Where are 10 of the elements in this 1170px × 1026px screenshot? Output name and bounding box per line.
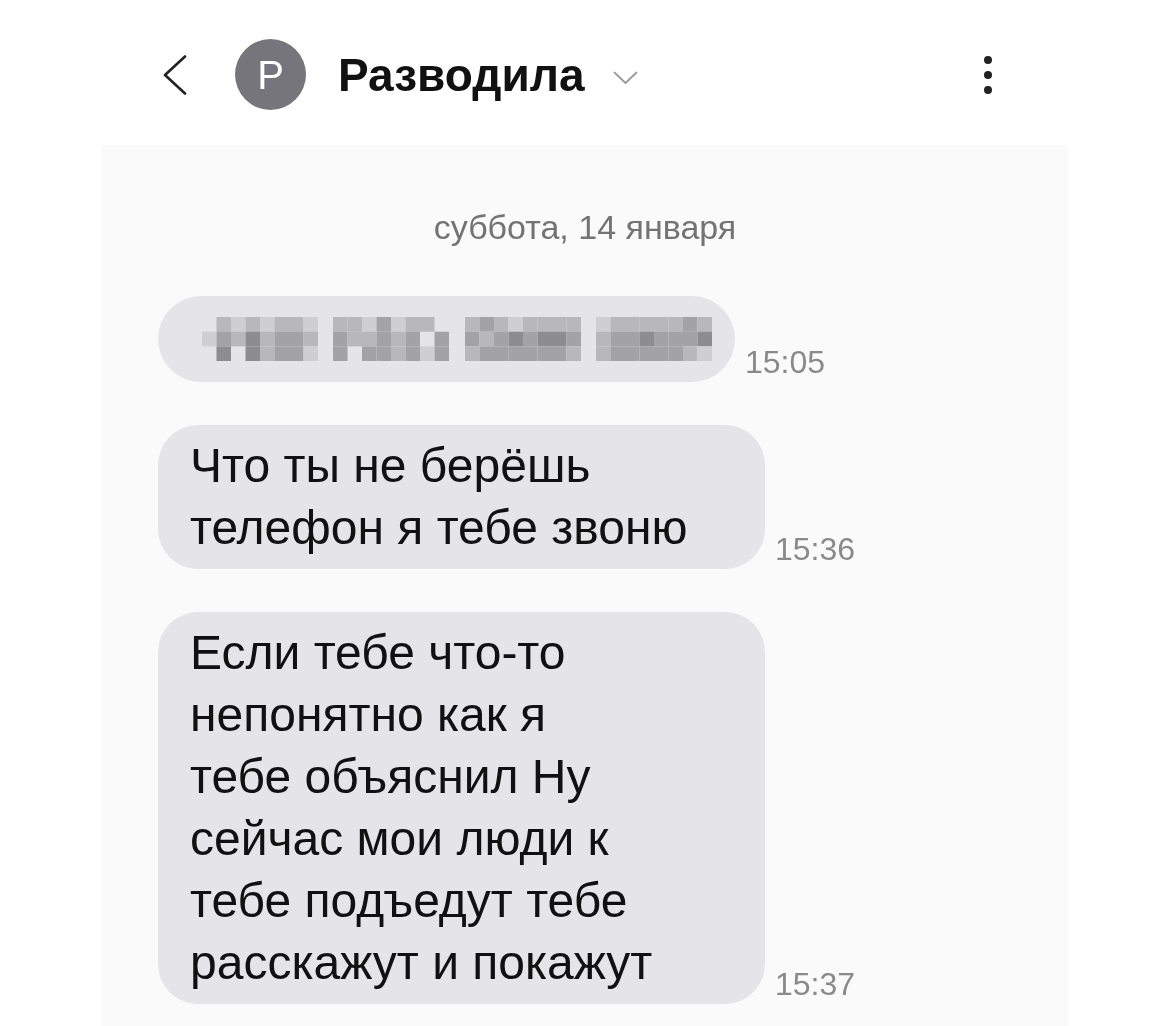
chevron-down-icon[interactable]	[612, 70, 638, 85]
back-icon[interactable]	[163, 54, 187, 95]
message-text: Если тебе что-то непонятно как я тебе объяснил Ну сейчас мои люди к тебе подъедут тебе расскажут и покажут	[190, 625, 654, 991]
message-time: 15:05	[745, 346, 826, 378]
message-time: 15:37	[775, 968, 856, 1000]
message-text: Что ты не берёшь телефон я тебе звоню	[190, 438, 689, 556]
more-options-icon[interactable]	[984, 55, 992, 94]
message-time: 15:36	[775, 533, 856, 565]
contact-avatar: Р	[235, 39, 306, 110]
date-separator: суббота, 14 января	[433, 209, 738, 245]
